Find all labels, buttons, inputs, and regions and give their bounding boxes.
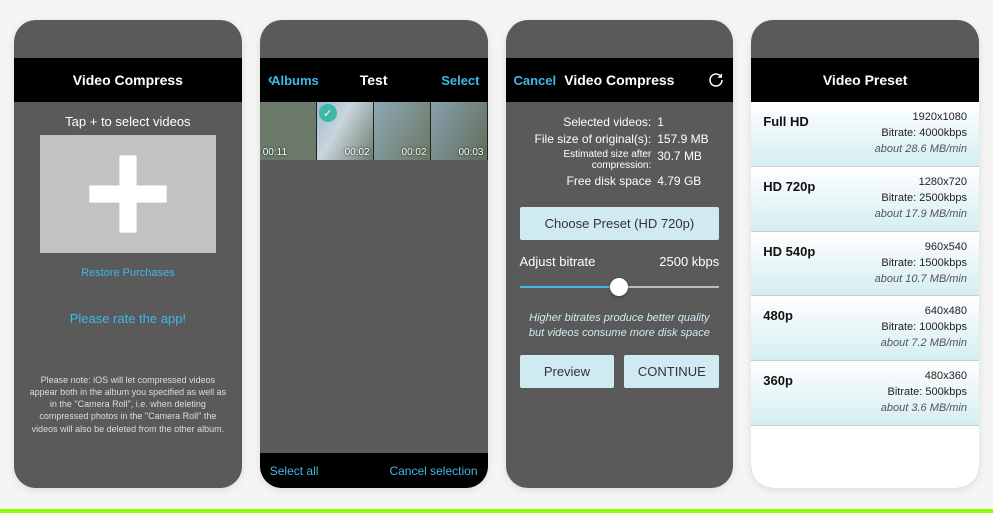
preset-list: Full HD 1920x1080 Bitrate: 4000kbps about … <box>751 102 979 488</box>
select-all-button[interactable]: Select all <box>270 464 319 478</box>
titlebar: Cancel Video Compress <box>506 58 734 102</box>
preset-name: Full HD <box>763 110 809 129</box>
titlebar: ‹Albums Test Select <box>260 58 488 102</box>
preset-bitrate: Bitrate: 2500kbps <box>881 192 967 204</box>
slider-knob[interactable] <box>610 278 628 296</box>
bitrate-row: Adjust bitrate 2500 kbps <box>506 254 734 269</box>
titlebar: Video Compress <box>14 58 242 102</box>
add-videos-button[interactable] <box>40 135 216 253</box>
preset-estimate: about 10.7 MB/min <box>875 273 967 285</box>
preset-res: 1920x1080 <box>913 111 967 123</box>
preset-name: HD 540p <box>763 240 815 259</box>
tap-hint: Tap + to select videos <box>65 114 190 129</box>
preset-res: 640x480 <box>925 305 967 317</box>
plus-icon <box>85 151 171 237</box>
preview-button[interactable]: Preview <box>520 355 615 388</box>
stats-block: Selected videos: 1 File size of original(… <box>506 102 734 199</box>
check-icon: ✓ <box>319 104 337 122</box>
duration: 00:11 <box>263 147 287 158</box>
video-thumb[interactable]: 00:11 <box>260 102 317 160</box>
accent-bar <box>0 509 993 513</box>
refresh-icon <box>707 71 725 89</box>
stat-label: Selected videos: <box>520 115 652 129</box>
preset-bitrate: Bitrate: 500kbps <box>888 386 968 398</box>
app-title: Video Compress <box>564 72 674 88</box>
restore-purchases-link[interactable]: Restore Purchases <box>81 267 175 279</box>
video-thumb[interactable]: ✓ 00:02 <box>317 102 374 160</box>
app-title: Video Compress <box>73 72 183 88</box>
screen-compress: Cancel Video Compress Selected videos: 1 … <box>506 20 734 488</box>
bitrate-value: 2500 kbps <box>659 254 719 269</box>
preset-bitrate: Bitrate: 1500kbps <box>881 257 967 269</box>
stat-value: 157.9 MB <box>657 132 719 146</box>
bitrate-label: Adjust bitrate <box>520 254 596 269</box>
back-label: Albums <box>271 73 319 88</box>
preset-estimate: about 3.6 MB/min <box>881 402 967 414</box>
preset-bitrate: Bitrate: 1000kbps <box>881 321 967 333</box>
stat-label: File size of original(s): <box>520 132 652 146</box>
preset-item[interactable]: HD 540p 960x540 Bitrate: 1500kbps about 10… <box>751 232 979 297</box>
preset-res: 480x360 <box>925 370 967 382</box>
refresh-button[interactable] <box>707 71 725 89</box>
preset-name: 360p <box>763 369 793 388</box>
back-button[interactable]: ‹Albums <box>268 71 319 89</box>
choose-preset-button[interactable]: Choose Preset (HD 720p) <box>520 207 720 240</box>
preset-name: HD 720p <box>763 175 815 194</box>
bottom-toolbar: Select all Cancel selection <box>260 453 488 488</box>
titlebar: Video Preset <box>751 58 979 102</box>
stat-value: 4.79 GB <box>657 174 719 188</box>
bitrate-slider[interactable] <box>520 275 720 299</box>
stat-value: 1 <box>657 115 719 129</box>
preset-bitrate: Bitrate: 4000kbps <box>881 127 967 139</box>
screen-presets: Video Preset Full HD 1920x1080 Bitrate: 4… <box>751 20 979 488</box>
preset-item[interactable]: Full HD 1920x1080 Bitrate: 4000kbps about … <box>751 102 979 167</box>
duration: 00:03 <box>458 147 483 158</box>
footnote: Please note: iOS will let compressed vid… <box>24 374 232 435</box>
stat-label: Estimated size after compression: <box>520 149 652 171</box>
video-thumb[interactable]: 00:03 <box>431 102 488 160</box>
preset-estimate: about 7.2 MB/min <box>881 337 967 349</box>
duration: 00:02 <box>345 147 370 158</box>
video-thumb[interactable]: 00:02 <box>374 102 431 160</box>
stat-value: 30.7 MB <box>657 149 719 171</box>
preset-estimate: about 17.9 MB/min <box>875 208 967 220</box>
preset-estimate: about 28.6 MB/min <box>875 143 967 155</box>
bitrate-hint: Higher bitrates produce better quality b… <box>506 305 734 347</box>
select-button[interactable]: Select <box>441 73 479 88</box>
duration: 00:02 <box>402 147 427 158</box>
cancel-button[interactable]: Cancel <box>514 73 557 88</box>
presets-title: Video Preset <box>823 72 908 88</box>
continue-button[interactable]: CONTINUE <box>624 355 719 388</box>
preset-item[interactable]: 480p 640x480 Bitrate: 1000kbps about 7.2 M… <box>751 296 979 361</box>
album-title: Test <box>360 72 388 88</box>
preset-name: 480p <box>763 304 793 323</box>
thumbnail-grid: 00:11 ✓ 00:02 00:02 00:03 <box>260 102 488 160</box>
preset-res: 960x540 <box>925 241 967 253</box>
screen-home: Video Compress Tap + to select videos Re… <box>14 20 242 488</box>
preset-res: 1280x720 <box>919 176 967 188</box>
stat-label: Free disk space <box>520 174 652 188</box>
preset-item[interactable]: HD 720p 1280x720 Bitrate: 2500kbps about 1… <box>751 167 979 232</box>
preset-item[interactable]: 360p 480x360 Bitrate: 500kbps about 3.6 MB… <box>751 361 979 426</box>
rate-app-link[interactable]: Please rate the app! <box>70 311 186 326</box>
cancel-selection-button[interactable]: Cancel selection <box>389 464 477 478</box>
screen-album: ‹Albums Test Select 00:11 ✓ 00:02 00:02 0… <box>260 20 488 488</box>
